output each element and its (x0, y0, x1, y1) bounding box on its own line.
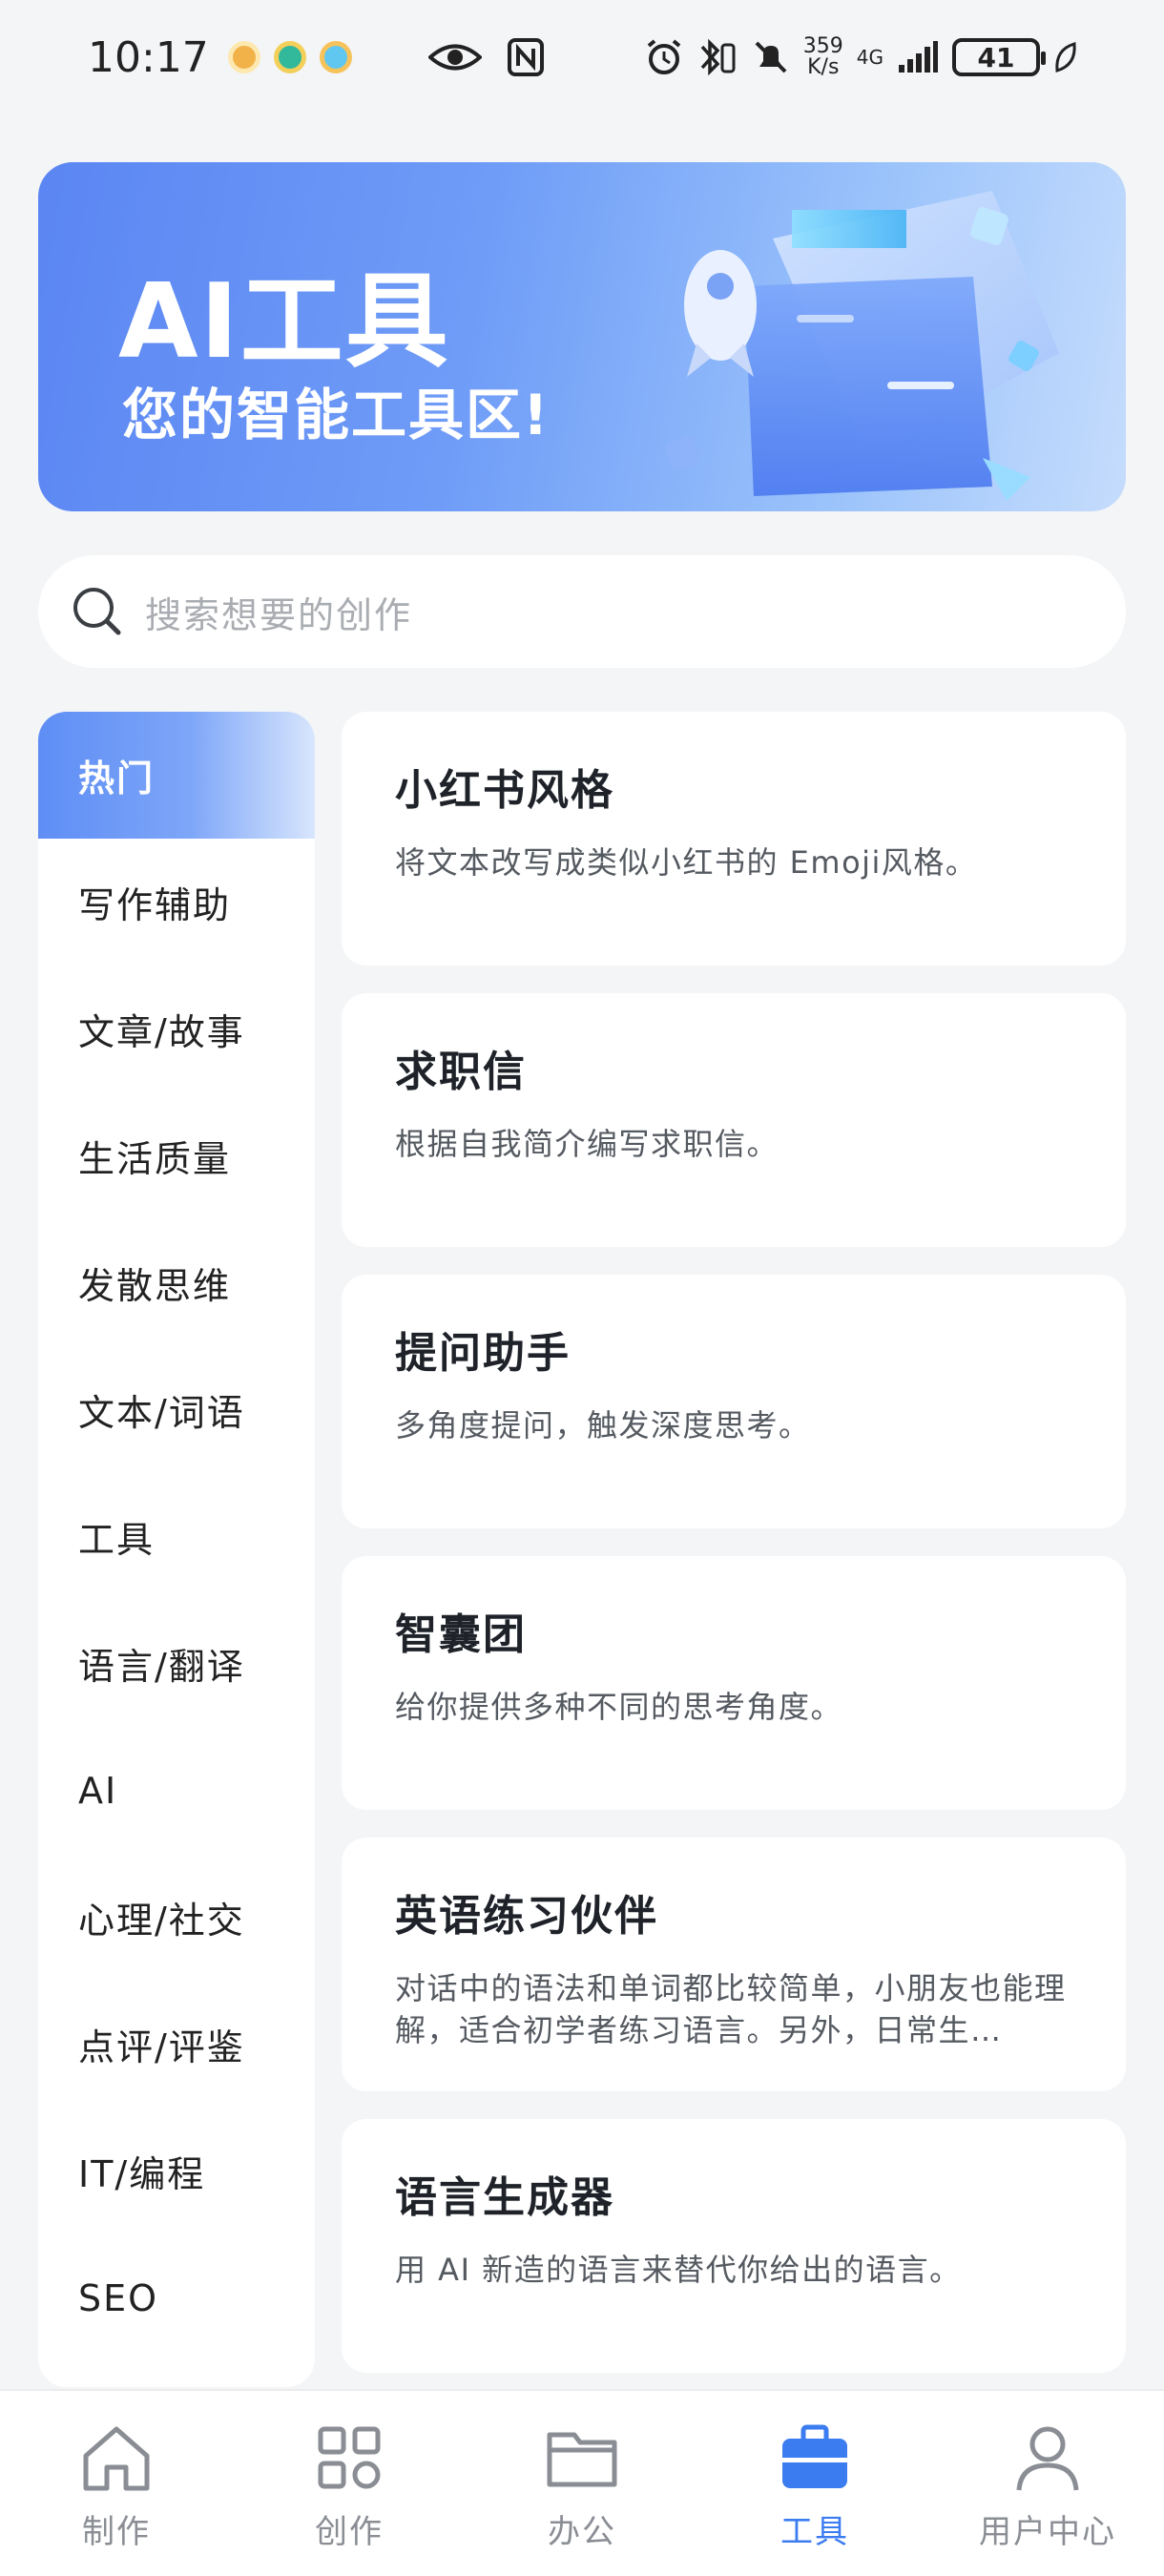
tool-card-cover-letter[interactable]: 求职信 根据自我简介编写求职信。 (342, 993, 1126, 1247)
nav-tab-make[interactable]: 制作 (21, 2418, 212, 2552)
tool-card-xiaohongshu-style[interactable]: 小红书风格 将文本改写成类似小红书的 Emoji风格。 (342, 712, 1126, 966)
tool-card-english-practice-partner[interactable]: 英语练习伙伴 对话中的语法和单词都比较简单，小朋友也能理解，适合初学者练习语言。… (342, 1838, 1126, 2091)
grid-icon (318, 2426, 381, 2489)
sidebar-item-label: 文本/词语 (78, 1392, 245, 1434)
sidebar-item-it-programming[interactable]: IT/编程 (38, 2108, 315, 2234)
nav-tab-create[interactable]: 创作 (254, 2418, 445, 2552)
app-notification-icon (273, 41, 306, 73)
app-screen: 10:17 359 K/s 4G 41 AI工具 您的智能工具区! 搜索想要的创… (0, 0, 1164, 2576)
sidebar-item-hot[interactable]: 热门 (38, 712, 315, 839)
tool-card-description: 将文本改写成类似小红书的 Emoji风格。 (395, 844, 978, 881)
sidebar-item-writing-assist[interactable]: 写作辅助 (38, 839, 315, 966)
tool-card-description: 对话中的语法和单词都比较简单，小朋友也能理解，适合初学者练习语言。另外，日常生… (395, 1970, 1067, 2048)
tool-card-description: 多角度提问，触发深度思考。 (395, 1407, 811, 1444)
sidebar-item-label: 写作辅助 (78, 884, 232, 926)
leaf-icon (1055, 42, 1076, 73)
sidebar-item-tools[interactable]: 工具 (38, 1473, 315, 1600)
ai-tools-banner[interactable]: AI工具 您的智能工具区! (38, 162, 1126, 511)
sidebar-item-label: IT/编程 (78, 2153, 206, 2195)
bottom-navigation: 制作 创作 办公 工具 用户中心 (0, 2389, 1164, 2576)
nav-label: 办公 (548, 2513, 616, 2551)
net-speed-unit: K/s (807, 55, 840, 79)
battery-level: 41 (977, 41, 1015, 73)
nav-label: 用户中心 (979, 2513, 1116, 2551)
sidebar-item-label: 生活质量 (78, 1138, 232, 1180)
nav-label: 工具 (780, 2513, 849, 2551)
signal-icon (899, 41, 938, 73)
battery-icon: 41 (952, 38, 1046, 76)
sidebar-item-seo[interactable]: SEO (38, 2234, 315, 2361)
tool-card-title: 小红书风格 (395, 766, 614, 815)
tool-card-description: 根据自我简介编写求职信。 (395, 1126, 779, 1162)
tool-card-title: 求职信 (395, 1048, 527, 1096)
bluetooth-icon (700, 38, 736, 76)
tool-card-language-generator[interactable]: 语言生成器 用 AI 新造的语言来替代你给出的语言。 (342, 2119, 1126, 2373)
tool-card-description: 用 AI 新造的语言来替代你给出的语言。 (395, 2252, 962, 2288)
home-icon (83, 2426, 150, 2491)
tool-card-title: 提问助手 (395, 1329, 571, 1378)
sidebar-item-language-translate[interactable]: 语言/翻译 (38, 1600, 315, 1727)
toolbox-icon (782, 2424, 847, 2488)
folder-rocket-illustration (665, 191, 1059, 501)
sidebar-item-psychology-social[interactable]: 心理/社交 (38, 1854, 315, 1981)
tool-card-question-assistant[interactable]: 提问助手 多角度提问，触发深度思考。 (342, 1275, 1126, 1528)
banner-title: AI工具 (118, 262, 450, 382)
nfc-icon (507, 38, 544, 76)
sidebar-item-label: 语言/翻译 (78, 1646, 245, 1688)
sidebar-item-label: 热门 (78, 758, 156, 800)
mute-bell-icon (755, 41, 787, 73)
app-notification-icon (227, 41, 260, 73)
sidebar-item-life-quality[interactable]: 生活质量 (38, 1092, 315, 1219)
nav-tab-user-center[interactable]: 用户中心 (952, 2418, 1143, 2552)
net-speed: 359 K/s (803, 36, 843, 78)
sidebar-item-label: 发散思维 (78, 1265, 232, 1307)
eye-icon (427, 44, 482, 71)
tool-card-title: 语言生成器 (395, 2173, 614, 2222)
nav-tab-tools[interactable]: 工具 (719, 2418, 910, 2552)
tool-card-title: 英语练习伙伴 (395, 1892, 658, 1941)
status-bar: 10:17 359 K/s 4G 41 (0, 0, 1164, 114)
net-speed-value: 359 (802, 34, 843, 58)
sidebar-item-article-story[interactable]: 文章/故事 (38, 966, 315, 1092)
sidebar-item-label: AI (78, 1769, 118, 1812)
tool-card-list: 小红书风格 将文本改写成类似小红书的 Emoji风格。 求职信 根据自我简介编写… (342, 712, 1126, 2400)
sidebar-item-text-words[interactable]: 文本/词语 (38, 1346, 315, 1473)
sidebar-item-ai[interactable]: AI (38, 1727, 315, 1854)
nav-label: 制作 (82, 2513, 151, 2551)
search-icon (73, 588, 121, 635)
nav-tab-office[interactable]: 办公 (487, 2418, 677, 2552)
tool-card-description: 给你提供多种不同的思考角度。 (395, 1689, 843, 1725)
search-bar[interactable]: 搜索想要的创作 (38, 555, 1126, 668)
banner-subtitle: 您的智能工具区! (122, 383, 551, 447)
sidebar-item-label: 点评/评鉴 (78, 2026, 245, 2068)
category-sidebar: 热门 写作辅助 文章/故事 生活质量 发散思维 文本/词语 工具 语言/翻译 A… (38, 712, 315, 2387)
tool-card-think-tank[interactable]: 智囊团 给你提供多种不同的思考角度。 (342, 1556, 1126, 1810)
app-notification-icon (319, 41, 352, 73)
sidebar-item-label: 心理/社交 (78, 1900, 245, 1942)
sidebar-item-label: 工具 (78, 1519, 156, 1561)
user-icon (1016, 2426, 1079, 2491)
tool-card-title: 智囊团 (395, 1610, 527, 1659)
network-type: 4G (856, 46, 883, 69)
status-time: 10:17 (88, 32, 209, 82)
sidebar-item-review[interactable]: 点评/评鉴 (38, 1981, 315, 2108)
alarm-icon (647, 39, 681, 74)
nav-label: 创作 (315, 2513, 384, 2551)
sidebar-item-divergent-thinking[interactable]: 发散思维 (38, 1219, 315, 1346)
folder-icon (547, 2432, 617, 2487)
search-input[interactable]: 搜索想要的创作 (145, 586, 412, 638)
sidebar-item-label: SEO (78, 2276, 159, 2319)
sidebar-item-label: 文章/故事 (78, 1011, 245, 1053)
